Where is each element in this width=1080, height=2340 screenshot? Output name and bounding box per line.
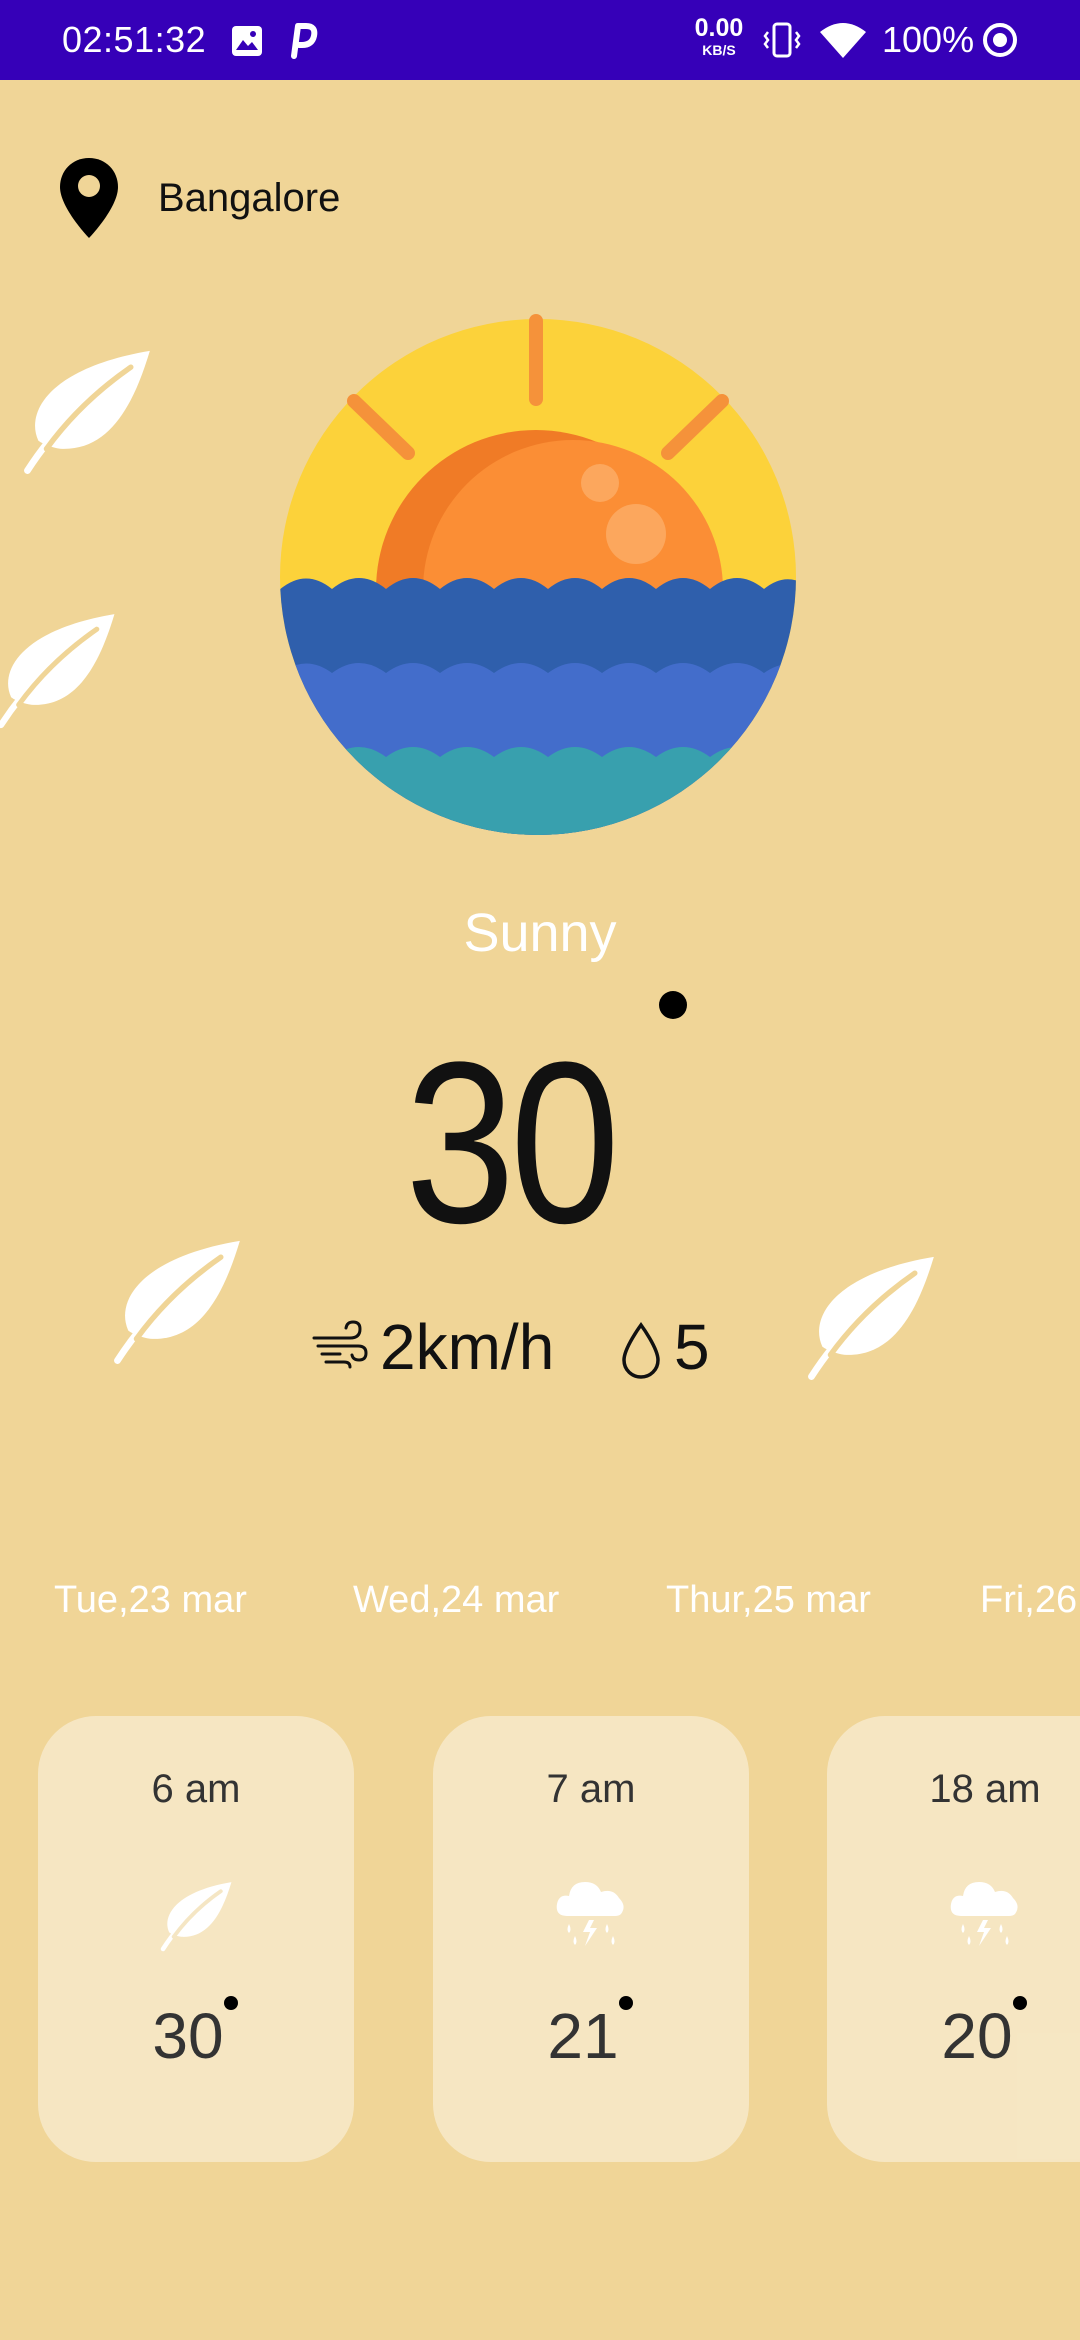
hourly-forecast: 6 am 30 7 am 21 18 am 20	[0, 1716, 1080, 2164]
record-icon	[983, 23, 1017, 57]
hour-temperature: 20	[941, 2000, 1013, 2072]
hour-time: 18 am	[929, 1767, 1041, 1811]
thunder-rain-cloud-icon	[556, 1882, 624, 1946]
wifi-icon	[820, 23, 866, 58]
day-tabs: Tue,23 mar Wed,24 mar Thur,25 mar Fri,26…	[0, 1570, 1080, 1630]
degree-dot	[619, 1996, 633, 2010]
status-time: 02:51:32	[62, 19, 207, 60]
network-speed-value: 0.00	[694, 14, 744, 42]
day-tab[interactable]: Tue,23 mar	[54, 1578, 247, 1622]
humidity-value: 5	[674, 1311, 710, 1383]
gallery-icon	[232, 26, 262, 56]
degree-dot	[1013, 1996, 1027, 2010]
degree-dot	[224, 1996, 238, 2010]
thunder-rain-cloud-icon	[950, 1882, 1018, 1946]
leaf-icon	[114, 1240, 240, 1364]
degree-dot	[659, 991, 687, 1019]
sunset-over-sea-icon	[280, 314, 796, 835]
hour-temperature: 21	[547, 2000, 619, 2072]
network-speed: 0.00 KB/S	[692, 14, 746, 58]
hour-temperature: 30	[152, 2000, 224, 2072]
weather-condition: Sunny	[463, 903, 617, 963]
leaf-icon	[0, 614, 115, 729]
day-tab[interactable]: Fri,26 mar	[980, 1578, 1080, 1622]
leaf-icon	[808, 1256, 934, 1380]
wind-icon	[312, 1320, 368, 1369]
day-tab[interactable]: Wed,24 mar	[353, 1578, 559, 1622]
wind-speed: 2km/h	[380, 1311, 555, 1383]
hour-card[interactable]: 7 am 21	[433, 1716, 749, 2162]
vibrate-icon	[763, 22, 801, 58]
hour-time: 7 am	[546, 1767, 636, 1811]
day-tab[interactable]: Thur,25 mar	[666, 1578, 871, 1622]
status-bar: 02:51:32 0.00 KB/S 100%	[0, 0, 1080, 80]
p-app-icon	[291, 23, 318, 59]
leaf-icon	[24, 350, 150, 474]
battery-percentage: 100%	[882, 19, 975, 60]
hour-card[interactable]: 6 am 30	[38, 1716, 354, 2162]
network-speed-unit: KB/S	[702, 42, 736, 58]
humidity-drop-icon	[622, 1322, 660, 1379]
leaf-icon	[160, 1882, 232, 1952]
location-name: Bangalore	[158, 176, 341, 220]
location-pin-icon	[60, 158, 118, 238]
current-temperature: 30	[405, 1014, 620, 1271]
hour-time: 6 am	[151, 1767, 241, 1811]
hour-card[interactable]: 18 am 20	[827, 1716, 1080, 2162]
